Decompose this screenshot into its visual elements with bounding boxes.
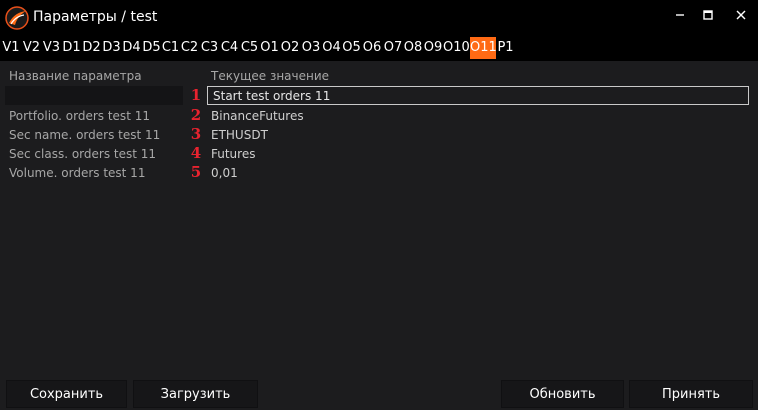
parameter-name-volume[interactable]: Volume. orders test 11 <box>9 166 145 180</box>
tab-o5[interactable]: O5 <box>342 37 361 59</box>
minimize-icon <box>676 14 684 16</box>
tab-o2[interactable]: O2 <box>280 37 300 59</box>
tab-o11[interactable]: O11 <box>470 37 497 59</box>
parameter-name-sec-class[interactable]: Sec class. orders test 11 <box>9 147 156 161</box>
tab-o8[interactable]: O8 <box>403 37 423 59</box>
tab-p1[interactable]: P1 <box>497 37 514 59</box>
app-logo-icon <box>5 6 29 30</box>
tab-v1[interactable]: V1 <box>2 37 20 59</box>
tab-d4[interactable]: D4 <box>122 37 141 59</box>
minimize-button[interactable] <box>665 0 695 30</box>
parameter-name-cell <box>5 86 183 105</box>
parameter-value-portfolio[interactable]: BinanceFutures <box>211 109 304 123</box>
header-current-value: Текущее значение <box>211 69 330 83</box>
parameter-value-sec-class[interactable]: Futures <box>211 147 255 161</box>
parameter-value-volume[interactable]: 0,01 <box>211 166 238 180</box>
parameter-name-sec-name[interactable]: Sec name. orders test 11 <box>9 128 160 142</box>
parameter-name-portfolio[interactable]: Portfolio. orders test 11 <box>9 109 150 123</box>
tab-c5[interactable]: C5 <box>240 37 259 59</box>
load-button[interactable]: Загрузить <box>133 380 258 408</box>
title-bar: Параметры / test <box>0 0 758 35</box>
tab-d5[interactable]: D5 <box>142 37 161 59</box>
tab-v3[interactable]: V3 <box>42 37 61 59</box>
maximize-button[interactable] <box>693 0 723 30</box>
annotation-number-2: 2 <box>190 106 202 124</box>
tab-o4[interactable]: O4 <box>322 37 341 59</box>
annotation-number-4: 4 <box>190 144 202 162</box>
annotation-number-1: 1 <box>190 86 202 104</box>
tab-d2[interactable]: D2 <box>82 37 101 59</box>
close-icon <box>736 10 746 20</box>
tab-d1[interactable]: D1 <box>62 37 81 59</box>
tab-o1[interactable]: O1 <box>260 37 279 59</box>
tab-c4[interactable]: C4 <box>220 37 239 59</box>
parameters-window: Параметры / test V1 V2 V3 D1 D2 D3 D4 D5 <box>0 0 758 410</box>
save-button[interactable]: Сохранить <box>6 380 127 408</box>
parameter-value-input[interactable] <box>207 86 749 105</box>
tab-d3[interactable]: D3 <box>102 37 121 59</box>
close-button[interactable] <box>726 0 756 30</box>
tab-o10[interactable]: O10 <box>443 37 470 59</box>
accept-button[interactable]: Принять <box>629 380 753 408</box>
tab-o6[interactable]: O6 <box>362 37 382 59</box>
window-title: Параметры / test <box>33 9 158 25</box>
tab-o7[interactable]: O7 <box>383 37 403 59</box>
tab-c2[interactable]: C2 <box>180 37 199 59</box>
refresh-button[interactable]: Обновить <box>501 380 624 408</box>
parameter-value-sec-name[interactable]: ETHUSDT <box>211 128 268 142</box>
tab-v2[interactable]: V2 <box>22 37 41 59</box>
tab-o3[interactable]: O3 <box>301 37 321 59</box>
maximize-icon <box>703 10 713 20</box>
tab-bar: V1 V2 V3 D1 D2 D3 D4 D5 C1 C2 C3 C4 C5 O… <box>0 35 758 61</box>
annotation-number-5: 5 <box>190 163 202 181</box>
tab-c1[interactable]: C1 <box>161 37 180 59</box>
annotation-number-3: 3 <box>190 125 202 143</box>
header-parameter-name: Название параметра <box>9 69 142 83</box>
tab-o9[interactable]: O9 <box>423 37 443 59</box>
tab-c3[interactable]: C3 <box>200 37 219 59</box>
